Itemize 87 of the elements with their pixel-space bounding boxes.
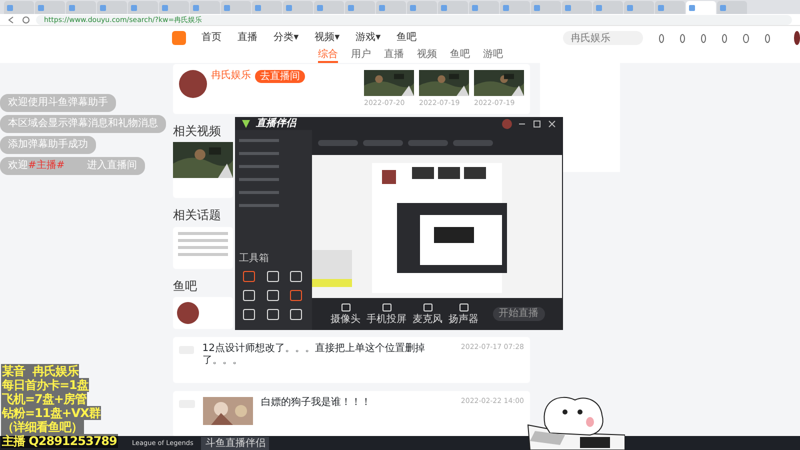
user-avatar[interactable] <box>794 31 800 45</box>
taskbar-app[interactable]: 斗鱼直播伴侣 <box>201 436 270 450</box>
browser-tab[interactable] <box>66 1 96 14</box>
chat-message: 欢迎使用斗鱼弹幕助手 <box>0 94 116 112</box>
chat-message: 添加弹幕助手成功 <box>0 136 96 154</box>
browser-tab[interactable] <box>159 1 189 14</box>
browser-tab[interactable] <box>562 1 592 14</box>
overlay-text: 钻粉=11盘+VX群 <box>1 406 102 420</box>
result-tab[interactable]: 视频 <box>417 50 437 63</box>
nav-link[interactable]: 直播 <box>238 32 258 44</box>
browser-tab[interactable] <box>500 1 530 14</box>
browser-tab[interactable] <box>531 1 561 14</box>
browser-tab[interactable] <box>345 1 375 14</box>
site-logo[interactable] <box>172 31 186 45</box>
nav-link[interactable]: 分类▾ <box>274 32 299 44</box>
toolbox-label: 工具箱 <box>239 253 270 265</box>
header-icon[interactable] <box>701 34 706 42</box>
start-live-button[interactable]: 开始直播 <box>492 307 544 321</box>
room-info-chip[interactable] <box>453 140 493 146</box>
result-tab[interactable]: 用户 <box>351 50 371 63</box>
section-title: 鱼吧 <box>173 278 197 294</box>
maximize-icon[interactable] <box>532 118 542 128</box>
browser-tab[interactable] <box>624 1 654 14</box>
nav-link[interactable]: 视频▾ <box>314 32 340 44</box>
result-tab[interactable]: 鱼吧 <box>450 50 470 63</box>
browser-tab[interactable] <box>252 1 282 14</box>
chat-message: 欢迎#主播# 进入直播间 <box>0 157 145 175</box>
tool-icon <box>382 302 392 312</box>
group-avatar[interactable] <box>177 302 199 324</box>
search-field[interactable]: 冉氏娱乐 <box>562 31 643 45</box>
browser-tab[interactable] <box>376 1 406 14</box>
scene-item[interactable] <box>239 165 279 168</box>
post-title[interactable]: 12点设计师想改了。。。直接把上单这个位置删掉了。。。 <box>202 343 453 368</box>
section-title: 相关话题 <box>173 208 221 223</box>
app-title: 直播伴侣 <box>256 118 296 130</box>
back-icon[interactable] <box>8 16 16 24</box>
scene-item[interactable] <box>239 178 279 181</box>
browser-tab[interactable] <box>469 1 499 14</box>
scene-item[interactable] <box>239 204 279 207</box>
chat-message: 本区域会显示弹幕消息和礼物消息 <box>0 115 166 133</box>
browser-tab[interactable] <box>717 1 747 14</box>
nav-link[interactable]: 游戏▾ <box>356 32 381 44</box>
browser-tab[interactable] <box>407 1 437 14</box>
toolbar-button[interactable]: 扬声器 <box>448 302 478 326</box>
section-title: 相关视频 <box>173 124 221 138</box>
close-icon[interactable] <box>547 118 557 128</box>
result-tab[interactable]: 游吧 <box>483 50 503 63</box>
browser-tab[interactable] <box>35 1 65 14</box>
scene-item[interactable] <box>239 191 279 194</box>
overlay-text: 每日首办卡=1盘 <box>1 378 90 392</box>
browser-tab[interactable] <box>655 1 685 14</box>
header-icon[interactable] <box>680 34 686 42</box>
browser-tab[interactable] <box>128 1 158 14</box>
header-icon[interactable] <box>722 34 728 42</box>
overlay-text: 某音 冉氏娱乐 <box>1 364 80 378</box>
result-tab[interactable]: 直播 <box>384 50 404 63</box>
room-info-chip[interactable] <box>363 140 403 146</box>
toolbar-button[interactable]: 手机投屏 <box>366 302 406 326</box>
room-info-chip[interactable] <box>318 140 358 146</box>
streamer-avatar[interactable] <box>179 70 207 98</box>
header-icon[interactable] <box>764 34 770 42</box>
overlay-text: 主播 Q2891253789 <box>1 434 118 448</box>
browser-tab[interactable] <box>438 1 468 14</box>
nav-link[interactable]: 首页 <box>202 32 222 44</box>
nav-link[interactable]: 鱼吧 <box>396 32 417 44</box>
header-icon[interactable] <box>658 34 664 42</box>
post-title[interactable]: 白嫖的狗子我是谁！！！ <box>261 397 371 410</box>
browser-tab[interactable] <box>190 1 220 14</box>
overlay-text: 飞机=7盘+房管 <box>1 392 88 406</box>
toolbar-button[interactable]: 摄像头 <box>330 302 360 326</box>
reload-icon[interactable] <box>22 16 30 24</box>
tool-icon <box>458 302 468 312</box>
scene-item[interactable] <box>239 152 279 155</box>
browser-tab[interactable] <box>221 1 251 14</box>
tool-icon <box>422 302 432 312</box>
browser-tab[interactable] <box>283 1 313 14</box>
room-info-chip[interactable] <box>408 140 448 146</box>
toolbar-button[interactable]: 麦克风 <box>412 302 442 326</box>
browser-tab[interactable] <box>686 1 716 14</box>
topic-card <box>173 226 233 269</box>
browser-tab[interactable] <box>97 1 127 14</box>
tool-icon <box>340 302 350 312</box>
browser-tab[interactable] <box>314 1 344 14</box>
header-icon[interactable] <box>743 34 749 42</box>
browser-tab[interactable] <box>593 1 623 14</box>
overlay-text: （详细看鱼吧） <box>1 420 84 434</box>
scene-item[interactable] <box>239 139 279 142</box>
